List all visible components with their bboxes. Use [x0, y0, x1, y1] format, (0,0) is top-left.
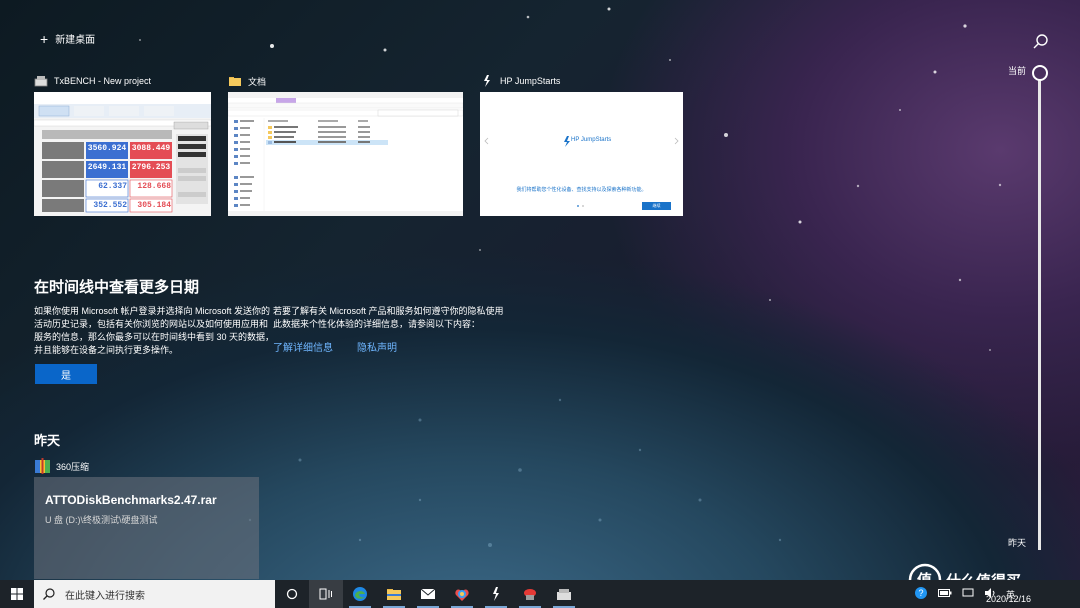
clock-date[interactable]: 2020/12/16	[986, 594, 1031, 604]
file-explorer-icon	[387, 589, 401, 600]
battery-icon[interactable]	[933, 589, 957, 599]
timeline-search-icon[interactable]	[1031, 32, 1051, 52]
app-360zip: 360压缩	[34, 458, 89, 474]
promo-left-paragraph: 如果你使用 Microsoft 帐户登录并选择向 Microsoft 发送你的 …	[34, 305, 274, 357]
window-thumbnail[interactable]	[228, 92, 463, 216]
taskbar-mail[interactable]	[411, 580, 445, 608]
window-txbench[interactable]: TxBENCH - New project 3560.924 3088.449 …	[34, 72, 211, 216]
task-view-button[interactable]	[309, 580, 343, 608]
promo-heading: 在时间线中查看更多日期	[34, 279, 200, 296]
mail-icon	[420, 588, 436, 599]
hp-continue-button[interactable]: 继续	[642, 202, 671, 210]
window-thumbnail[interactable]: 3560.924 3088.449 2649.131 2796.253 62.3…	[34, 92, 211, 216]
archive-icon	[35, 458, 50, 474]
taskbar-txbench[interactable]	[547, 580, 581, 608]
write-value-1: 3088.449	[131, 144, 171, 153]
window-documents[interactable]: 文档	[228, 72, 463, 216]
window-title: HP JumpStarts	[500, 76, 561, 86]
network-icon[interactable]	[957, 588, 979, 600]
promo-right-line: 若要了解有关 Microsoft 产品和服务如何遵守你的隐私使用	[273, 306, 504, 316]
promo-left-line: 服务的信息，那么你最多可以在时间线中看到 30 天的数据，	[34, 332, 275, 342]
timeline-scrubber-track[interactable]	[1038, 80, 1041, 550]
help-icon[interactable]: ?	[909, 586, 933, 602]
yesterday-heading: 昨天	[34, 433, 61, 448]
promo-left-line: 活动历史记录，包括有关你浏览的网站以及如何使用应用和	[34, 319, 269, 329]
taskbar-hp-jumpstarts[interactable]	[479, 580, 513, 608]
read-value-3: 62.337	[98, 182, 127, 191]
new-desktop-button[interactable]: + 新建桌面	[40, 30, 96, 47]
activity-card-title: ATTODiskBenchmarks2.47.rar	[45, 493, 217, 507]
window-thumbnail[interactable]: HP JumpStarts 我们将帮助您个性化设备、查找支持以及探索各种新功能。…	[480, 92, 683, 216]
yes-button[interactable]: 是	[35, 364, 97, 384]
task-view-icon	[319, 588, 332, 600]
window-title: 文档	[248, 76, 267, 87]
write-value-3: 128.668	[137, 182, 171, 191]
cortana-icon	[286, 588, 298, 600]
timeline-scrubber-knob[interactable]	[1032, 65, 1048, 81]
hp-jumpstarts-icon	[484, 75, 490, 87]
folder-icon	[229, 77, 241, 86]
edge-icon	[353, 587, 367, 601]
taskbar-file-explorer[interactable]	[377, 580, 411, 608]
activity-card-path: U 盘 (D:)\终极测试\硬盘测试	[45, 515, 158, 525]
learn-more-link[interactable]: 了解详细信息	[273, 339, 333, 354]
write-value-4: 305.184	[137, 201, 171, 210]
promo-right-line: 此数据来个性化体验的详细信息，请参阅以下内容：	[273, 319, 481, 329]
window-title-bar: TxBENCH - New project	[34, 72, 151, 90]
taskbar-edge[interactable]	[343, 580, 377, 608]
window-title: TxBENCH - New project	[54, 76, 152, 86]
timeline-yesterday-label[interactable]: 昨天	[1008, 536, 1026, 549]
window-title-bar: 文档	[228, 72, 266, 90]
read-value-2: 2649.131	[87, 163, 127, 172]
start-button[interactable]	[0, 580, 34, 608]
search-icon	[43, 588, 55, 600]
svg-text:?: ?	[918, 588, 923, 598]
read-value-1: 3560.924	[87, 144, 127, 153]
timeline-now-label: 当前	[1008, 66, 1027, 76]
activity-card[interactable]: ATTODiskBenchmarks2.47.rar U 盘 (D:)\终极测试…	[34, 477, 259, 579]
search-placeholder: 在此键入进行搜索	[65, 590, 145, 602]
promo-left-line: 如果你使用 Microsoft 帐户登录并选择向 Microsoft 发送你的	[34, 306, 271, 316]
txbench-icon	[557, 589, 571, 600]
cortana-button[interactable]	[275, 580, 309, 608]
window-title-bar: HP JumpStarts	[480, 72, 560, 90]
taskbar-browser[interactable]	[445, 580, 479, 608]
app-name: 360压缩	[56, 461, 90, 472]
taskbar-search-box[interactable]: 在此键入进行搜索	[34, 580, 275, 608]
hp-jumpstarts-icon	[493, 587, 499, 601]
hp-logo-text: HP JumpStarts	[571, 137, 612, 143]
rocket-icon	[524, 589, 536, 600]
txbench-icon	[34, 76, 48, 87]
read-value-4: 352.552	[93, 201, 127, 210]
privacy-statement-link[interactable]: 隐私声明	[357, 339, 397, 354]
write-value-2: 2796.253	[131, 163, 171, 172]
plus-icon: +	[40, 30, 49, 47]
hp-body-text: 我们将帮助您个性化设备、查找支持以及探索各种新功能。	[516, 187, 647, 193]
browser-icon	[455, 589, 469, 601]
window-hp-jumpstarts[interactable]: HP JumpStarts HP JumpStarts 我们将帮助您个性化设备、…	[480, 72, 683, 216]
new-desktop-label: 新建桌面	[55, 35, 96, 46]
windows-icon	[11, 588, 23, 600]
promo-left-line: 并且能够在设备之间执行更多操作。	[34, 345, 179, 355]
promo-right-paragraph: 若要了解有关 Microsoft 产品和服务如何遵守你的隐私使用 此数据来个性化…	[273, 305, 504, 331]
taskbar-app-rocket[interactable]	[513, 580, 547, 608]
taskbar: 在此键入进行搜索 ? 英	[0, 580, 1080, 608]
